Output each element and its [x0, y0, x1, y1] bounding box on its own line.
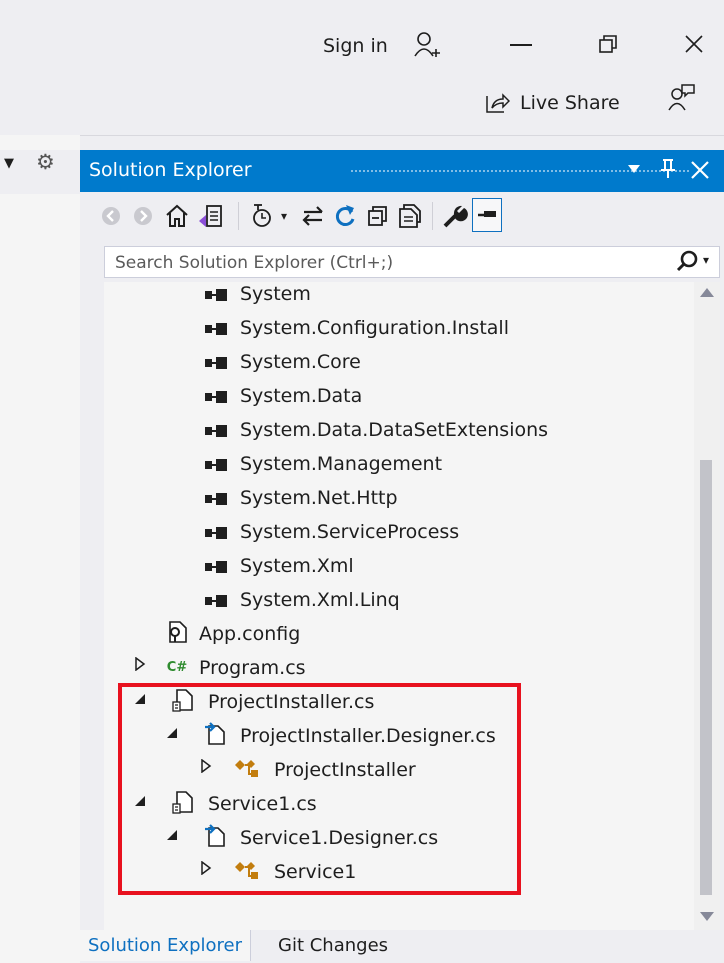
search-input[interactable] [105, 247, 677, 279]
reference-item[interactable]: System.Core [104, 345, 704, 379]
tree-item-program-cs[interactable]: C# Program.cs [104, 651, 704, 685]
tree-item-label: System.Xml [240, 555, 354, 577]
reference-icon [202, 517, 232, 551]
reference-icon [202, 381, 232, 415]
sync-icon[interactable] [298, 200, 328, 232]
tab-solution-explorer[interactable]: Solution Explorer [80, 930, 251, 961]
add-user-icon[interactable] [413, 30, 443, 64]
reference-item[interactable]: System.Configuration.Install [104, 311, 704, 345]
command-bar: Live Share [0, 84, 724, 136]
properties-icon[interactable] [440, 200, 470, 232]
reference-icon [202, 347, 232, 381]
toolbar-separator [432, 202, 433, 230]
csharp-file-icon: C# [166, 660, 188, 675]
collapse-all-icon[interactable] [362, 200, 392, 232]
gear-icon[interactable]: ⚙ [36, 150, 55, 174]
solution-explorer-title-bar: Solution Explorer [80, 150, 724, 192]
scroll-down-arrow-icon[interactable] [700, 912, 714, 921]
vertical-scrollbar[interactable] [694, 282, 720, 932]
scroll-up-arrow-icon[interactable] [700, 288, 714, 297]
left-panel [0, 135, 80, 963]
tree-item-label: System.Data.DataSetExtensions [240, 419, 549, 441]
reference-item[interactable]: System.Data.DataSetExtensions [104, 413, 704, 447]
tree-item-label: App.config [199, 623, 301, 645]
collapsed-arrow-icon[interactable] [130, 651, 150, 685]
reference-item[interactable]: System.ServiceProcess [104, 515, 704, 549]
reference-item[interactable]: System.Xml [104, 549, 704, 583]
reference-icon [202, 551, 232, 585]
tree-item-label: System [240, 283, 311, 305]
search-options-dropdown-icon[interactable]: ▾ [703, 253, 709, 267]
reference-item[interactable]: System.Xml.Linq [104, 583, 704, 617]
reference-item[interactable]: System.Management [104, 447, 704, 481]
pin-icon[interactable] [658, 154, 678, 188]
reference-icon [202, 415, 232, 449]
scroll-thumb[interactable] [700, 460, 712, 895]
minimize-icon[interactable] [510, 44, 532, 46]
restore-icon[interactable] [598, 34, 618, 58]
window-position-dropdown-icon[interactable] [628, 165, 640, 173]
reference-item[interactable]: System.Net.Http [104, 481, 704, 515]
tree-item-label: System.Core [240, 351, 361, 373]
reference-item[interactable]: System [104, 282, 704, 311]
tree-item-app-config[interactable]: App.config [104, 617, 704, 651]
search-icon[interactable] [675, 249, 701, 279]
tree-item-label: System.Management [240, 453, 443, 475]
close-icon[interactable] [683, 33, 705, 59]
highlight-box [118, 683, 521, 895]
live-share-icon[interactable] [484, 90, 511, 120]
left-panel-header: ▼ ⚙ [0, 150, 80, 194]
reference-icon [202, 449, 232, 483]
filter-dropdown-icon[interactable]: ▾ [276, 200, 292, 232]
close-panel-icon[interactable] [688, 157, 712, 187]
reference-icon [202, 483, 232, 517]
reference-item[interactable]: System.Data [104, 379, 704, 413]
chevron-down-icon[interactable]: ▼ [4, 156, 14, 171]
toolbar-separator [238, 202, 239, 230]
preview-icon[interactable] [472, 198, 502, 232]
show-all-files-icon[interactable] [394, 200, 424, 232]
tree-item-label: Program.cs [199, 657, 306, 679]
tab-git-changes[interactable]: Git Changes [270, 930, 396, 961]
sign-in-link[interactable]: Sign in [323, 35, 388, 57]
switch-views-icon[interactable] [196, 200, 226, 232]
bottom-tab-strip: Solution Explorer Git Changes [80, 930, 724, 963]
home-icon[interactable] [162, 200, 192, 232]
reference-icon [202, 282, 232, 313]
feedback-icon[interactable] [668, 82, 696, 116]
tree-item-label: System.Configuration.Install [240, 317, 509, 339]
reference-icon [202, 313, 232, 347]
tree-item-label: System.Data [240, 385, 363, 407]
search-box: ▾ [104, 246, 720, 279]
tree-item-label: System.Net.Http [240, 487, 398, 509]
forward-icon[interactable] [128, 200, 158, 232]
panel-title: Solution Explorer [89, 159, 252, 181]
window-title-bar: Sign in [0, 0, 724, 90]
refresh-icon[interactable] [330, 200, 360, 232]
tree-item-label: System.ServiceProcess [240, 521, 460, 543]
reference-icon [202, 585, 232, 619]
solution-explorer-toolbar: ▾ [80, 192, 724, 242]
pending-changes-filter-icon[interactable] [248, 200, 278, 232]
back-icon[interactable] [96, 200, 126, 232]
live-share-button[interactable]: Live Share [520, 92, 620, 114]
tree-item-label: System.Xml.Linq [240, 589, 400, 611]
